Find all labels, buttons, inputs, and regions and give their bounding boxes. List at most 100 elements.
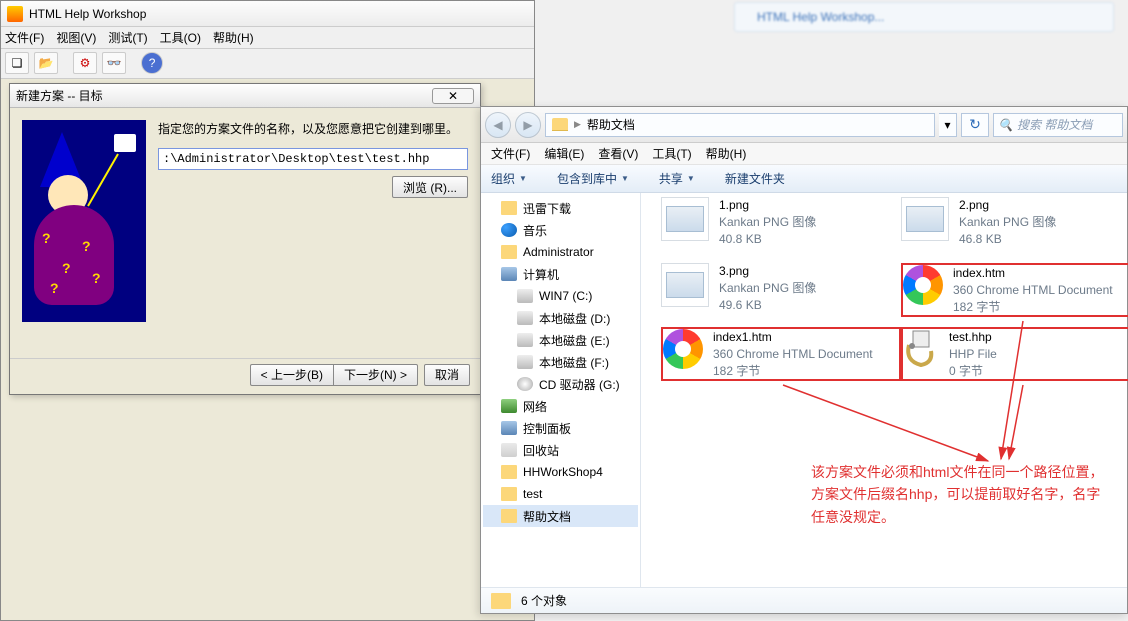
exp-menu-file[interactable]: 文件(F)	[491, 145, 530, 162]
hhw-open-button[interactable]: 📂	[34, 52, 58, 74]
folder-icon	[552, 118, 568, 131]
tree-item-label: 迅雷下载	[523, 200, 571, 217]
file-item[interactable]: 3.png Kankan PNG 图像 49.6 KB	[661, 263, 901, 313]
folder-icon	[491, 593, 511, 609]
explorer-menubar[interactable]: 文件(F) 编辑(E) 查看(V) 工具(T) 帮助(H)	[481, 143, 1127, 165]
file-size: 46.8 KB	[959, 231, 1056, 248]
exp-menu-help[interactable]: 帮助(H)	[706, 145, 747, 162]
tree-item[interactable]: 计算机	[483, 263, 638, 285]
tree-item-label: 本地磁盘 (D:)	[539, 310, 610, 327]
address-bar[interactable]: ▶ 帮助文档	[545, 113, 935, 137]
file-item[interactable]: index1.htm 360 Chrome HTML Document 182 …	[661, 327, 901, 381]
file-item[interactable]: 1.png Kankan PNG 图像 40.8 KB	[661, 197, 901, 247]
chrome-icon	[663, 329, 703, 369]
hhw-menu-test[interactable]: 测试(T)	[108, 29, 147, 46]
chevron-down-icon: ▼	[519, 174, 527, 183]
file-item[interactable]: index.htm 360 Chrome HTML Document 182 字…	[901, 263, 1128, 317]
chrome-icon	[903, 265, 943, 305]
file-name: 1.png	[719, 197, 816, 214]
wizard-cancel-button[interactable]: 取消	[424, 364, 470, 386]
annotation-text: 该方案文件必须和html文件在同一个路径位置，方案文件后缀名hhp，可以提前取好…	[811, 461, 1111, 528]
file-item[interactable]: 2.png Kankan PNG 图像 46.8 KB	[901, 197, 1128, 247]
wizard-description: 指定您的方案文件的名称，以及您愿意把它创建到哪里。	[158, 120, 468, 138]
tree-item-label: CD 驱动器 (G:)	[539, 376, 620, 393]
file-size: 182 字节	[713, 363, 873, 380]
tree-item-icon	[501, 465, 517, 479]
nav-forward-button[interactable]: ▶	[515, 112, 541, 138]
refresh-button[interactable]: ↻	[961, 113, 989, 137]
file-type: 360 Chrome HTML Document	[953, 282, 1113, 299]
tree-item-label: 网络	[523, 398, 547, 415]
address-dropdown-button[interactable]: ▾	[939, 113, 957, 137]
file-type: Kankan PNG 图像	[719, 280, 816, 297]
hhw-view-button[interactable]: 👓	[102, 52, 126, 74]
file-size: 182 字节	[953, 299, 1113, 316]
hhw-menu-tools[interactable]: 工具(O)	[160, 29, 201, 46]
tree-item[interactable]: 本地磁盘 (D:)	[483, 307, 638, 329]
browse-button[interactable]: 浏览 (R)...	[392, 176, 468, 198]
exp-menu-tools[interactable]: 工具(T)	[652, 145, 691, 162]
hhw-titlebar: HTML Help Workshop	[1, 1, 534, 27]
wizard-back-button[interactable]: < 上一步(B)	[250, 364, 333, 386]
tree-item[interactable]: WIN7 (C:)	[483, 285, 638, 307]
hhw-new-button[interactable]: ❏	[5, 52, 29, 74]
wizard-next-button[interactable]: 下一步(N) >	[333, 364, 418, 386]
exp-menu-edit[interactable]: 编辑(E)	[544, 145, 584, 162]
search-icon: 🔍	[998, 118, 1013, 132]
nav-back-button[interactable]: ◀	[485, 112, 511, 138]
hhw-help-button[interactable]: ?	[141, 52, 163, 74]
exp-menu-view[interactable]: 查看(V)	[598, 145, 638, 162]
file-name: index1.htm	[713, 329, 873, 346]
tree-item-label: HHWorkShop4	[523, 465, 603, 479]
tree-item[interactable]: HHWorkShop4	[483, 461, 638, 483]
project-path-input[interactable]	[158, 148, 468, 170]
file-view[interactable]: 该方案文件必须和html文件在同一个路径位置，方案文件后缀名hhp，可以提前取好…	[641, 193, 1127, 587]
tree-item-label: 计算机	[523, 266, 559, 283]
tree-item-icon	[517, 333, 533, 347]
navigation-tree[interactable]: 迅雷下载音乐 Administrator 计算机 WIN7 (C:) 本地磁盘 (D:)…	[481, 193, 641, 587]
tree-item[interactable]: 迅雷下载	[483, 197, 638, 219]
toolbar-new-folder[interactable]: 新建文件夹	[725, 170, 785, 187]
tree-item-label: test	[523, 487, 542, 501]
hhw-menu-file[interactable]: 文件(F)	[5, 29, 44, 46]
file-name: 2.png	[959, 197, 1056, 214]
tree-item-label: Administrator	[523, 245, 594, 259]
tree-item[interactable]: test	[483, 483, 638, 505]
tree-item[interactable]: Administrator	[483, 241, 638, 263]
hhw-compile-button[interactable]: ⚙	[73, 52, 97, 74]
status-object-count: 6 个对象	[521, 592, 567, 609]
file-type: Kankan PNG 图像	[959, 214, 1056, 231]
tree-item[interactable]: 本地磁盘 (E:)	[483, 329, 638, 351]
file-thumbnail	[661, 197, 709, 241]
toolbar-include-in-library[interactable]: 包含到库中▼	[557, 170, 629, 187]
tree-item[interactable]: 网络	[483, 395, 638, 417]
toolbar-organize[interactable]: 组织▼	[491, 170, 527, 187]
tree-item-icon	[517, 289, 533, 303]
breadcrumb-current[interactable]: 帮助文档	[587, 116, 635, 133]
file-name: 3.png	[719, 263, 816, 280]
tree-item[interactable]: 音乐	[483, 219, 638, 241]
file-item[interactable]: test.hhp HHP File 0 字节	[901, 327, 1128, 381]
tree-item[interactable]: 本地磁盘 (F:)	[483, 351, 638, 373]
tree-item[interactable]: CD 驱动器 (G:)	[483, 373, 638, 395]
hhw-menu-help[interactable]: 帮助(H)	[213, 29, 254, 46]
hhw-menubar[interactable]: 文件(F) 视图(V) 测试(T) 工具(O) 帮助(H)	[1, 27, 534, 49]
file-type: HHP File	[949, 346, 997, 363]
wizard-close-button[interactable]: ✕	[432, 88, 474, 104]
tree-item-icon	[501, 509, 517, 523]
new-project-wizard: 新建方案 -- 目标 ✕ ? ? ? ? ? 指定您的方案文件的名称，以及您愿意…	[9, 83, 481, 395]
search-input[interactable]: 🔍 搜索 帮助文档	[993, 113, 1123, 137]
hhw-menu-view[interactable]: 视图(V)	[56, 29, 96, 46]
file-size: 49.6 KB	[719, 297, 816, 314]
wizard-titlebar: 新建方案 -- 目标 ✕	[10, 84, 480, 108]
toolbar-share[interactable]: 共享▼	[659, 170, 695, 187]
explorer-window: ◀ ▶ ▶ 帮助文档 ▾ ↻ 🔍 搜索 帮助文档 文件(F) 编辑(E) 查看(…	[480, 106, 1128, 614]
hhw-window: HTML Help Workshop 文件(F) 视图(V) 测试(T) 工具(…	[0, 0, 535, 621]
tree-item-label: 音乐	[523, 222, 547, 239]
file-type: Kankan PNG 图像	[719, 214, 816, 231]
tree-item[interactable]: 回收站	[483, 439, 638, 461]
hhp-icon	[903, 329, 939, 367]
tree-item[interactable]: 控制面板	[483, 417, 638, 439]
tree-item-label: 帮助文档	[523, 508, 571, 525]
tree-item[interactable]: 帮助文档	[483, 505, 638, 527]
